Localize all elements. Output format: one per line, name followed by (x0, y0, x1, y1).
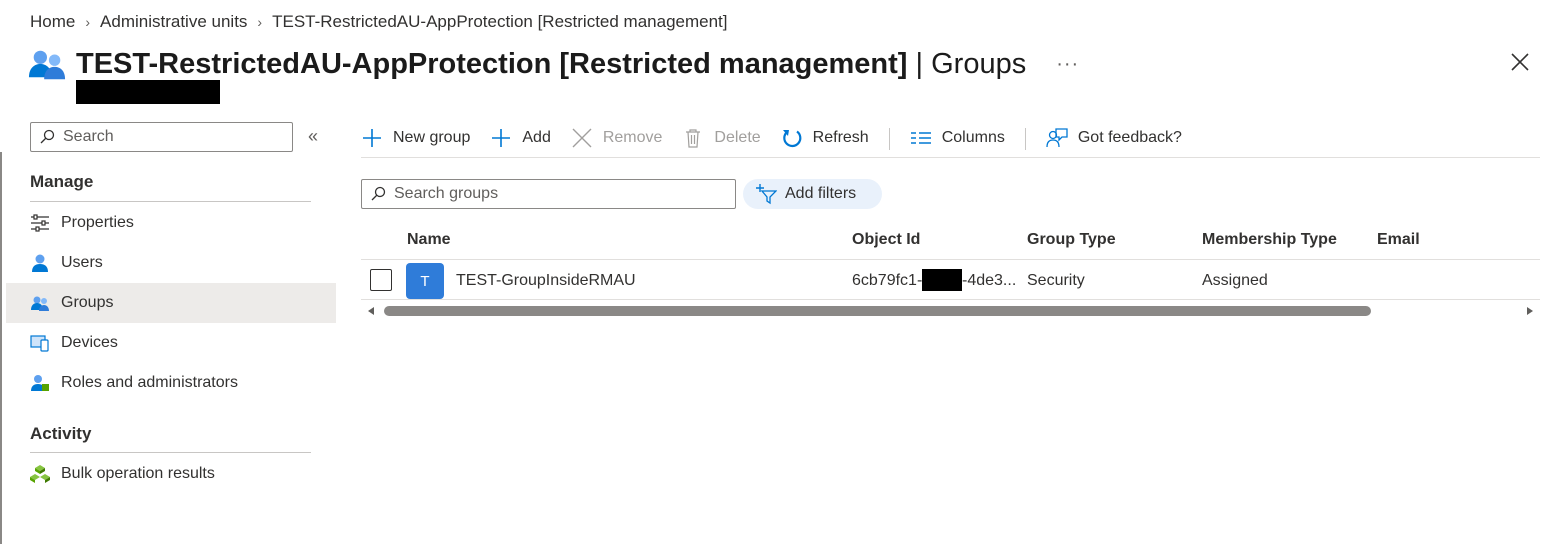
remove-button[interactable]: Remove (571, 122, 663, 156)
page-header: TEST-RestrictedAU-AppProtection [Restric… (28, 42, 1558, 86)
object-id-suffix: -4de3... (962, 272, 1017, 289)
toolbar-divider (1024, 127, 1026, 150)
groups-icon (31, 296, 49, 311)
table-header: Name Object Id Group Type Membership Typ… (361, 220, 1540, 260)
search-icon (371, 186, 386, 201)
sidebar-item-label: Groups (61, 294, 114, 311)
add-filters-button[interactable]: Add filters (743, 179, 882, 209)
toolbar-divider (888, 127, 890, 150)
plus-icon (363, 129, 381, 147)
avatar: T (406, 263, 444, 299)
redaction-bar (922, 269, 962, 291)
sidebar-item-users[interactable]: Users (6, 243, 336, 283)
refresh-button[interactable]: Refresh (781, 122, 869, 156)
sidebar-search-box[interactable] (30, 122, 293, 152)
search-icon (40, 129, 55, 144)
breadcrumb-separator-icon: › (257, 14, 263, 30)
sidebar-divider (0, 152, 2, 544)
close-icon[interactable] (1508, 50, 1532, 74)
columns-icon (910, 132, 931, 144)
sidebar-item-roles-and-administrators[interactable]: Roles and administrators (6, 363, 336, 403)
search-groups-input[interactable] (394, 185, 724, 203)
delete-label: Delete (714, 129, 761, 146)
column-header-email[interactable]: Email (1377, 231, 1420, 249)
membership-type-cell: Assigned (1202, 272, 1268, 289)
object-id-prefix: 6cb79fc1- (852, 272, 923, 289)
remove-label: Remove (602, 129, 663, 146)
refresh-icon (782, 130, 802, 148)
breadcrumb-administrative-units[interactable]: Administrative units (100, 12, 247, 32)
row-checkbox[interactable] (370, 269, 392, 291)
columns-label: Columns (941, 129, 1005, 146)
group-name-link[interactable]: TEST-GroupInsideRMAU (456, 272, 636, 290)
close-icon (572, 128, 592, 148)
section-divider (30, 201, 311, 202)
groups-table: Name Object Id Group Type Membership Typ… (361, 220, 1540, 300)
refresh-label: Refresh (812, 129, 869, 146)
sidebar-item-label: Properties (61, 214, 134, 231)
collapse-sidebar-button[interactable]: « (308, 126, 318, 147)
column-header-name[interactable]: Name (407, 231, 451, 249)
trash-icon (686, 129, 701, 148)
column-header-group-type[interactable]: Group Type (1027, 231, 1116, 249)
feedback-label: Got feedback? (1077, 129, 1182, 146)
column-header-object-id[interactable]: Object Id (852, 231, 920, 249)
sidebar-item-devices[interactable]: Devices (6, 323, 336, 363)
roles-icon (31, 375, 49, 391)
sidebar-item-properties[interactable]: Properties (6, 203, 336, 243)
new-group-label: New group (393, 129, 471, 146)
filter-icon (756, 184, 777, 205)
add-filters-label: Add filters (785, 185, 857, 202)
sidebar-item-label: Bulk operation results (61, 465, 215, 482)
properties-icon (31, 214, 49, 232)
user-icon (32, 254, 48, 272)
breadcrumb-current[interactable]: TEST-RestrictedAU-AppProtection [Restric… (272, 12, 727, 32)
horizontal-scrollbar[interactable] (363, 302, 1538, 320)
command-bar: New group Add Remove Delete Refresh Colu… (361, 120, 1540, 158)
scrollbar-thumb[interactable] (384, 306, 1371, 316)
breadcrumb-separator-icon: › (85, 14, 91, 30)
group-type-cell: Security (1027, 272, 1085, 289)
bulk-operations-icon (30, 465, 50, 483)
sidebar: « Manage Properties Users Groups (0, 112, 340, 549)
add-label: Add (522, 129, 551, 146)
new-group-button[interactable]: New group (361, 122, 470, 156)
add-button[interactable]: Add (490, 122, 551, 156)
breadcrumb-home[interactable]: Home (30, 12, 75, 32)
title-separator: | (907, 47, 932, 80)
section-divider (30, 452, 311, 453)
page-section-name: Groups (931, 47, 1027, 80)
columns-button[interactable]: Columns (910, 122, 1005, 156)
sidebar-item-label: Users (61, 254, 103, 271)
table-row[interactable]: T TEST-GroupInsideRMAU 6cb79fc1- -4de3..… (361, 260, 1540, 300)
devices-icon (30, 335, 49, 352)
sidebar-item-label: Devices (61, 334, 118, 351)
scroll-left-icon[interactable] (368, 307, 374, 315)
feedback-button[interactable]: Got feedback? (1046, 122, 1182, 156)
groups-icon (28, 50, 66, 80)
sidebar-item-label: Roles and administrators (61, 374, 238, 391)
feedback-icon (1046, 128, 1068, 148)
more-options-button[interactable]: ··· (1056, 53, 1079, 76)
scroll-right-icon[interactable] (1527, 307, 1533, 315)
sidebar-search-input[interactable] (63, 128, 283, 146)
sidebar-item-bulk-operation-results[interactable]: Bulk operation results (6, 454, 336, 494)
page-title: TEST-RestrictedAU-AppProtection [Restric… (76, 48, 1026, 81)
search-groups-box[interactable] (361, 179, 736, 209)
section-heading-manage: Manage (30, 172, 94, 191)
delete-button[interactable]: Delete (682, 122, 761, 156)
plus-icon (492, 129, 511, 147)
sidebar-item-groups[interactable]: Groups (6, 283, 336, 323)
page-title-text: TEST-RestrictedAU-AppProtection [Restric… (76, 47, 908, 80)
section-heading-activity: Activity (30, 424, 92, 443)
column-header-membership-type[interactable]: Membership Type (1202, 231, 1337, 249)
redaction-bar (76, 80, 220, 104)
breadcrumb: Home › Administrative units › TEST-Restr… (30, 11, 728, 33)
